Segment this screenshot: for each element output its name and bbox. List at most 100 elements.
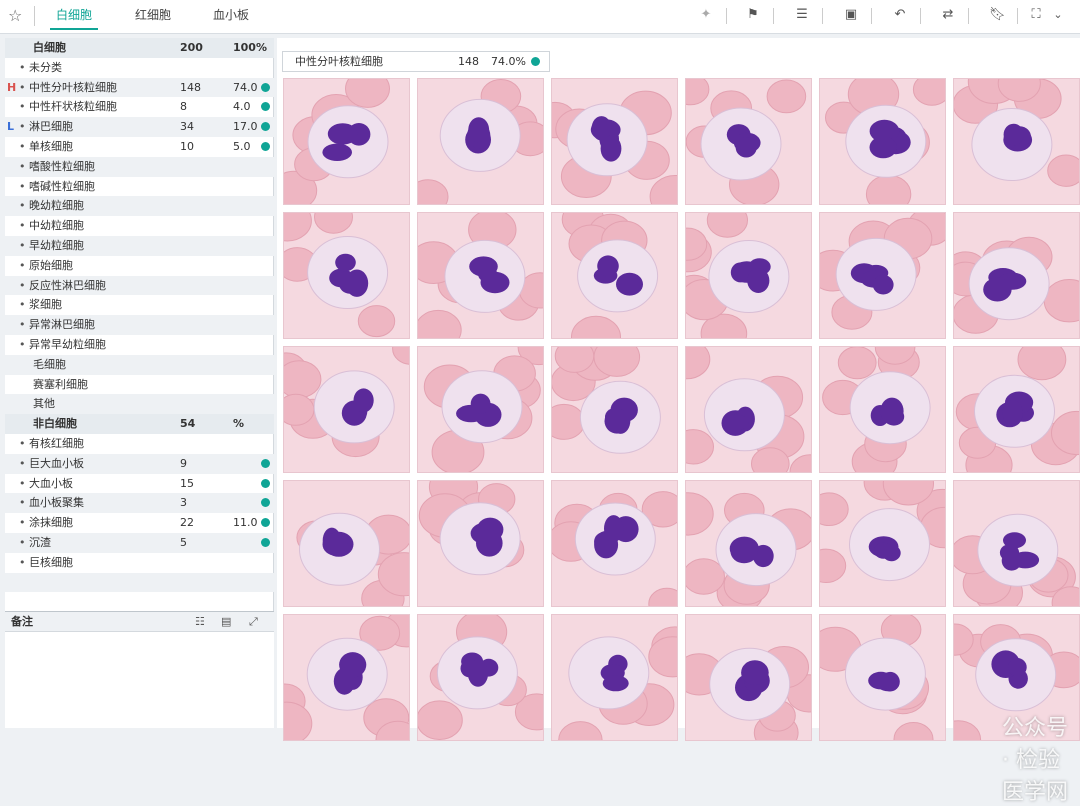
swap-icon[interactable]: ⇄ bbox=[940, 7, 956, 23]
list-item[interactable]: •中幼粒细胞 bbox=[5, 216, 274, 236]
cell-image-tile[interactable] bbox=[819, 480, 946, 607]
bullet-icon: • bbox=[19, 256, 26, 276]
cell-class-pct: 74.0 bbox=[233, 78, 258, 98]
cell-image-tile[interactable] bbox=[551, 480, 678, 607]
expand-icon[interactable]: ⤢ bbox=[249, 615, 262, 628]
cell-image-tile[interactable] bbox=[819, 346, 946, 473]
nonwbc-header[interactable]: 非白细胞54% bbox=[5, 414, 274, 434]
cell-image-tile[interactable] bbox=[551, 346, 678, 473]
focus-icon[interactable]: ⛶ bbox=[1028, 7, 1044, 23]
star-icon[interactable]: ☆ bbox=[8, 6, 22, 25]
list-item[interactable]: •反应性淋巴细胞 bbox=[5, 276, 274, 296]
list-item[interactable]: •大血小板15 bbox=[5, 474, 274, 494]
sparkle-icon[interactable]: ✦ bbox=[698, 7, 714, 23]
cell-image-tile[interactable] bbox=[417, 346, 544, 473]
group-title: 非白细胞 bbox=[33, 414, 77, 434]
cell-image-tile[interactable] bbox=[819, 212, 946, 339]
cell-class-name: 嗜碱性粒细胞 bbox=[29, 177, 95, 197]
align-icon[interactable]: ☰ bbox=[794, 7, 810, 23]
cell-image bbox=[954, 481, 1080, 607]
cell-image-tile[interactable] bbox=[819, 614, 946, 741]
cell-image-tile[interactable] bbox=[283, 78, 410, 205]
cell-class-count: 10 bbox=[180, 137, 194, 157]
list-item[interactable]: •中性杆状核粒细胞84.0 bbox=[5, 97, 274, 117]
tab-wbc[interactable]: 白细胞 bbox=[50, 0, 98, 30]
cell-class-name: 未分类 bbox=[29, 58, 62, 78]
tab-platelet[interactable]: 血小板 bbox=[206, 0, 256, 30]
list-item[interactable]: 毛细胞 bbox=[5, 355, 274, 375]
cell-image-tile[interactable] bbox=[417, 78, 544, 205]
toolbar: ☆ 白细胞 红细胞 血小板 ✦ ⚑ ☰ ▣ ↶ ⇄ 🔖︎ ⛶ ⌄ bbox=[0, 0, 1080, 34]
list-item[interactable]: H•中性分叶核粒细胞14874.0 bbox=[5, 78, 274, 98]
chevron-down-icon[interactable]: ⌄ bbox=[1050, 7, 1066, 23]
group-count: 54 bbox=[180, 414, 195, 434]
list-item[interactable]: 其他 bbox=[5, 394, 274, 414]
cell-image-tile[interactable] bbox=[685, 480, 812, 607]
empty-row bbox=[5, 573, 274, 593]
cell-image-tile[interactable] bbox=[283, 480, 410, 607]
cell-image-tile[interactable] bbox=[551, 78, 678, 205]
cell-class-count: 34 bbox=[180, 117, 194, 137]
list-item[interactable]: •早幼粒细胞 bbox=[5, 236, 274, 256]
cell-image-tile[interactable] bbox=[283, 212, 410, 339]
list-item[interactable]: 赛塞利细胞 bbox=[5, 375, 274, 395]
bullet-icon: • bbox=[19, 196, 26, 216]
bullet-icon: • bbox=[19, 216, 26, 236]
status-dot bbox=[261, 459, 270, 468]
list-item[interactable]: •晚幼粒细胞 bbox=[5, 196, 274, 216]
list-item[interactable]: •血小板聚集3 bbox=[5, 493, 274, 513]
list-item[interactable]: •涂抹细胞2211.0 bbox=[5, 513, 274, 533]
cell-image-tile[interactable] bbox=[551, 614, 678, 741]
bullet-icon: • bbox=[19, 513, 26, 533]
cell-image-tile[interactable] bbox=[283, 346, 410, 473]
cell-image bbox=[418, 213, 544, 339]
bullet-icon: • bbox=[19, 276, 26, 296]
list-item[interactable]: •嗜酸性粒细胞 bbox=[5, 157, 274, 177]
list-icon[interactable]: ☷ bbox=[195, 615, 208, 628]
list-item[interactable]: •未分类 bbox=[5, 58, 274, 78]
cell-image-tile[interactable] bbox=[685, 614, 812, 741]
cell-image-tile[interactable] bbox=[953, 346, 1080, 473]
bookmark-icon[interactable]: 🔖︎ bbox=[989, 7, 1005, 23]
list-item[interactable]: •单核细胞105.0 bbox=[5, 137, 274, 157]
cell-image-tile[interactable] bbox=[417, 480, 544, 607]
cell-image-tile[interactable] bbox=[953, 212, 1080, 339]
list-item[interactable]: •异常淋巴细胞 bbox=[5, 315, 274, 335]
book-icon[interactable]: ▣ bbox=[843, 7, 859, 23]
list-item[interactable]: •沉渣5 bbox=[5, 533, 274, 553]
list-item[interactable]: •有核红细胞 bbox=[5, 434, 274, 454]
list-item[interactable]: L•淋巴细胞3417.0 bbox=[5, 117, 274, 137]
cell-image-tile[interactable] bbox=[551, 212, 678, 339]
cell-image bbox=[552, 79, 678, 205]
notes-panel: 备注 ☷ ▤ ⤢ bbox=[5, 611, 274, 728]
cell-class-name: 晚幼粒细胞 bbox=[29, 196, 84, 216]
cell-image-tile[interactable] bbox=[953, 78, 1080, 205]
toolbar-divider bbox=[34, 6, 35, 26]
cell-image-tile[interactable] bbox=[417, 212, 544, 339]
cell-class-count: 8 bbox=[180, 97, 187, 117]
list-item[interactable]: •嗜碱性粒细胞 bbox=[5, 177, 274, 197]
cell-image-tile[interactable] bbox=[819, 78, 946, 205]
tab-rbc[interactable]: 红细胞 bbox=[128, 0, 178, 30]
list-item[interactable]: •异常早幼粒细胞 bbox=[5, 335, 274, 355]
cell-image-tile[interactable] bbox=[953, 480, 1080, 607]
clipboard-icon[interactable]: ▤ bbox=[221, 615, 234, 628]
list-item[interactable]: •浆细胞 bbox=[5, 295, 274, 315]
cell-class-name: 异常淋巴细胞 bbox=[29, 315, 95, 335]
flag-icon[interactable]: ⚑ bbox=[745, 7, 761, 23]
wbc-header[interactable]: 白细胞200100% bbox=[5, 38, 274, 58]
cell-image-tile[interactable] bbox=[283, 614, 410, 741]
bullet-icon: • bbox=[19, 177, 26, 197]
cell-class-count: 22 bbox=[180, 513, 194, 533]
cell-image-tile[interactable] bbox=[685, 78, 812, 205]
list-item[interactable]: •巨核细胞 bbox=[5, 553, 274, 573]
list-item[interactable]: •巨大血小板9 bbox=[5, 454, 274, 474]
list-item[interactable]: •原始细胞 bbox=[5, 256, 274, 276]
cell-class-name: 沉渣 bbox=[29, 533, 51, 553]
undo-icon[interactable]: ↶ bbox=[892, 7, 908, 23]
cell-image-tile[interactable] bbox=[685, 212, 812, 339]
cell-image-tile[interactable] bbox=[685, 346, 812, 473]
cell-image-tile[interactable] bbox=[417, 614, 544, 741]
group-title: 白细胞 bbox=[33, 38, 66, 58]
selected-class-box[interactable]: 中性分叶核粒细胞 148 74.0% bbox=[282, 51, 550, 72]
